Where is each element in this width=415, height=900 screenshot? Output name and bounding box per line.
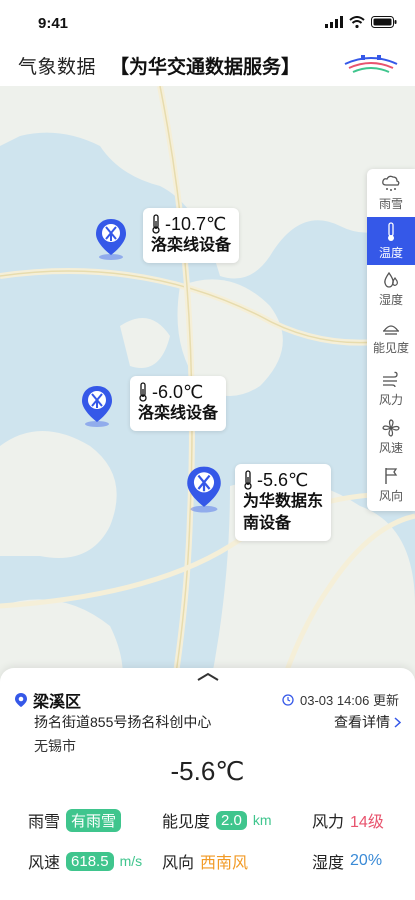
side-item-wind-speed[interactable]: 风速 bbox=[367, 413, 415, 461]
metric-wind-speed: 风速 618.5 m/s bbox=[28, 849, 142, 873]
marker-device-name-line2: 南设备 bbox=[243, 515, 292, 532]
device-marker-card[interactable]: -6.0℃ 洛栾线设备 bbox=[130, 376, 227, 431]
address-text: 扬名街道855号扬名科创中心 bbox=[34, 714, 212, 730]
metric-humidity: 湿度 20% bbox=[312, 849, 382, 873]
side-item-label: 温度 bbox=[378, 245, 403, 260]
side-item-label: 雨雪 bbox=[378, 196, 403, 211]
thermometer-icon bbox=[152, 214, 160, 234]
device-marker-icon[interactable] bbox=[80, 384, 114, 428]
thermometer-icon bbox=[388, 221, 394, 241]
side-item-label: 能见度 bbox=[372, 340, 409, 355]
location-row: 梁溪区 bbox=[14, 688, 81, 712]
side-item-temperature[interactable]: 温度 bbox=[367, 217, 415, 265]
update-time-row: 03-03 14:06 更新 bbox=[282, 690, 399, 709]
marker-temperature: -6.0℃ bbox=[152, 382, 204, 402]
metric-wind-direction: 风向 西南风 bbox=[162, 849, 248, 873]
side-item-wind-force[interactable]: 风力 bbox=[367, 365, 415, 413]
flag-icon bbox=[385, 467, 398, 484]
side-item-label: 风向 bbox=[378, 488, 403, 503]
metric-label: 风力 bbox=[312, 814, 345, 831]
signal-icon bbox=[325, 16, 343, 28]
side-item-label: 湿度 bbox=[378, 292, 403, 307]
metric-label: 能见度 bbox=[162, 814, 211, 831]
wind-force-icon bbox=[383, 371, 398, 387]
visibility-badge: 2.0 bbox=[216, 810, 247, 830]
metric-rain-snow: 雨雪 有雨雪 bbox=[28, 808, 122, 832]
marker-temperature: -5.6℃ bbox=[257, 470, 309, 490]
marker-device-name: 洛栾线设备 bbox=[138, 405, 219, 422]
wind-speed-badge: 618.5 bbox=[66, 851, 114, 871]
layer-side-menu: 雨雪 温度 湿度 能见度 风力 风速 风向 bbox=[367, 169, 415, 511]
weather-detail-panel: 梁溪区 03-03 14:06 更新 扬名街道855号扬名科创中心 查看详情 无… bbox=[0, 668, 415, 900]
marker-temperature: -10.7℃ bbox=[165, 214, 227, 234]
battery-icon bbox=[371, 16, 397, 28]
chevron-up-icon[interactable] bbox=[196, 672, 220, 682]
rain-snow-badge: 有雨雪 bbox=[66, 808, 122, 832]
side-item-wind-direction[interactable]: 风向 bbox=[367, 461, 415, 509]
side-item-rain-snow[interactable]: 雨雪 bbox=[367, 169, 415, 217]
app-header: 气象数据 【为华交通数据服务】 bbox=[0, 46, 415, 86]
clock-icon bbox=[282, 693, 294, 706]
side-item-label: 风速 bbox=[378, 440, 403, 455]
rain-snow-icon bbox=[382, 175, 400, 191]
status-bar: 9:41 bbox=[0, 0, 415, 46]
thermometer-icon bbox=[139, 382, 147, 402]
district-name: 梁溪区 bbox=[33, 694, 82, 711]
update-time: 03-03 14:06 更新 bbox=[299, 693, 399, 708]
humidity-value: 20% bbox=[350, 852, 383, 869]
metric-label: 风向 bbox=[162, 855, 195, 872]
city-name: 无锡市 bbox=[34, 738, 76, 754]
side-item-humidity[interactable]: 湿度 bbox=[367, 265, 415, 313]
device-marker-card[interactable]: -5.6℃ 为华数据东 南设备 bbox=[235, 464, 332, 541]
device-marker-card[interactable]: -10.7℃ 洛栾线设备 bbox=[143, 208, 240, 263]
wifi-icon bbox=[349, 16, 365, 28]
thermometer-icon bbox=[244, 470, 252, 490]
location-pin-icon bbox=[15, 693, 27, 707]
metric-label: 雨雪 bbox=[28, 814, 61, 831]
chevron-right-icon bbox=[394, 716, 401, 728]
view-details-link[interactable]: 查看详情 bbox=[334, 712, 401, 732]
side-item-label: 风力 bbox=[378, 392, 403, 407]
marker-device-name: 为华数据东 bbox=[243, 493, 324, 510]
fan-icon bbox=[382, 418, 400, 437]
brand-logo bbox=[344, 55, 398, 73]
view-details-label: 查看详情 bbox=[334, 714, 390, 730]
device-marker-icon[interactable] bbox=[94, 217, 128, 261]
metric-wind-force: 风力 14级 bbox=[312, 808, 384, 832]
page-title: 气象数据 bbox=[18, 57, 97, 78]
side-item-visibility[interactable]: 能见度 bbox=[367, 313, 415, 361]
visibility-icon bbox=[383, 324, 399, 335]
metric-label: 湿度 bbox=[312, 855, 345, 872]
wind-direction-value: 西南风 bbox=[200, 855, 249, 872]
page-subtitle: 【为华交通数据服务】 bbox=[110, 57, 301, 78]
status-time: 9:41 bbox=[38, 15, 69, 32]
metric-visibility: 能见度 2.0 km bbox=[162, 808, 272, 832]
humidity-icon bbox=[384, 271, 398, 288]
device-marker-icon[interactable] bbox=[185, 464, 223, 514]
wind-speed-unit: m/s bbox=[119, 853, 143, 869]
status-icons bbox=[325, 16, 397, 28]
marker-device-name: 洛栾线设备 bbox=[151, 237, 232, 254]
wind-force-value: 14级 bbox=[350, 814, 384, 831]
metric-label: 风速 bbox=[28, 855, 61, 872]
current-temperature: -5.6℃ bbox=[170, 756, 245, 786]
visibility-unit: km bbox=[252, 812, 272, 828]
